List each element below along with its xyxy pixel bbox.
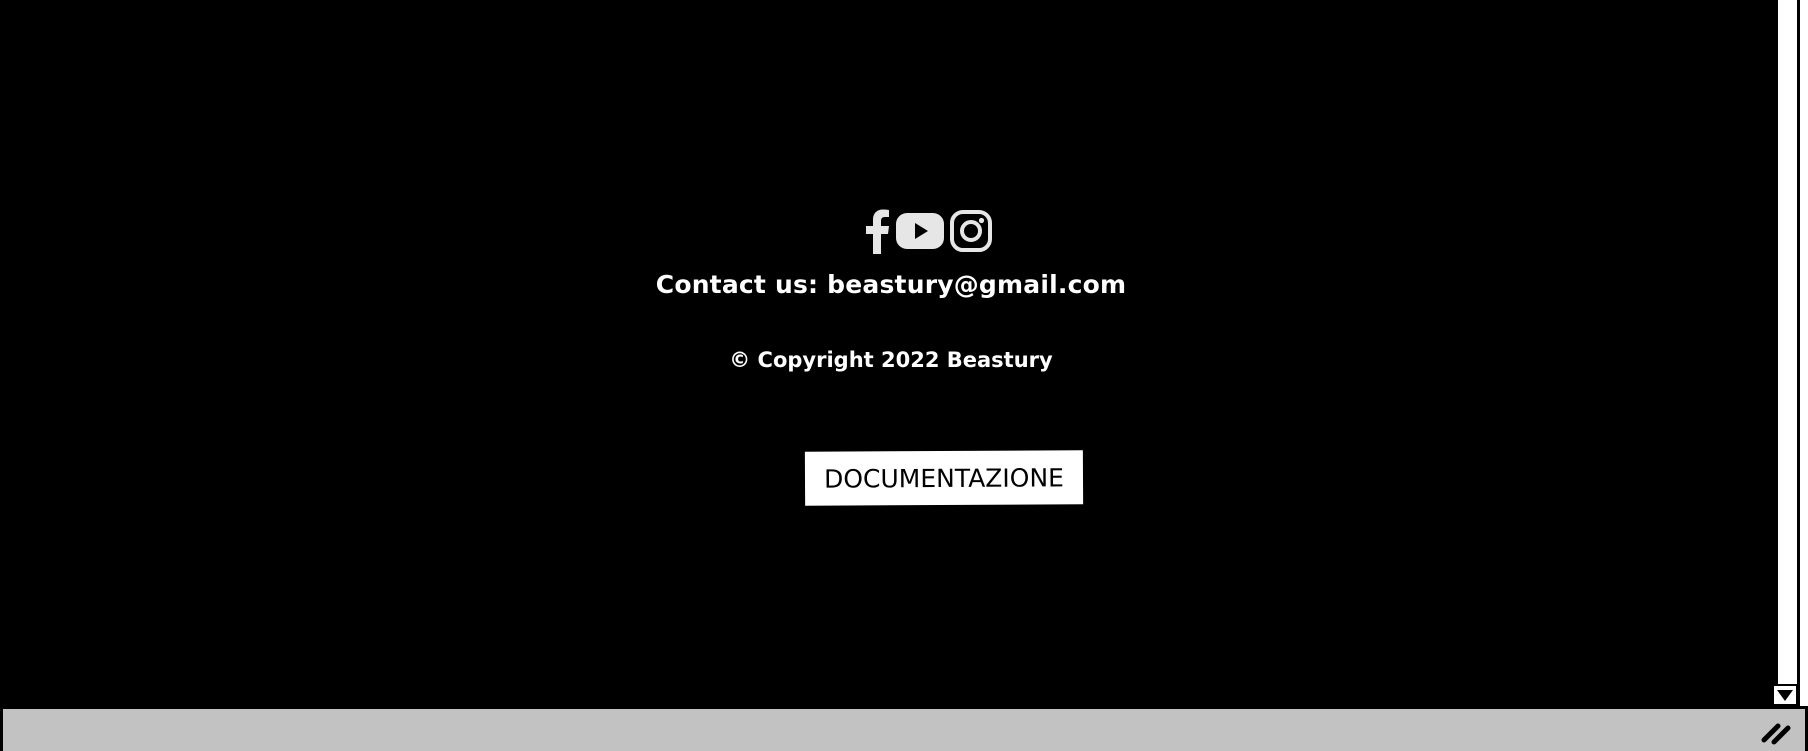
- scroll-down-button[interactable]: [1772, 684, 1798, 706]
- contact-email-text: Contact us: beastury@gmail.com: [655, 270, 1127, 299]
- documentation-button[interactable]: DOCUMENTAZIONE: [804, 450, 1084, 506]
- social-links: [863, 207, 993, 255]
- facebook-icon[interactable]: [863, 207, 891, 255]
- vertical-scrollbar[interactable]: [1776, 0, 1800, 706]
- browser-window: Contact us: beastury@gmail.com © Copyrig…: [0, 0, 1808, 751]
- window-edge: [1800, 0, 1808, 706]
- instagram-icon[interactable]: [949, 209, 993, 253]
- youtube-icon[interactable]: [895, 212, 945, 250]
- page-viewport: Contact us: beastury@gmail.com © Copyrig…: [0, 0, 1776, 706]
- status-bar: [0, 706, 1808, 751]
- resize-grip-icon[interactable]: [1761, 719, 1791, 745]
- copyright-text: © Copyright 2022 Beastury: [729, 348, 1053, 372]
- arrow-down-icon: [1777, 689, 1793, 701]
